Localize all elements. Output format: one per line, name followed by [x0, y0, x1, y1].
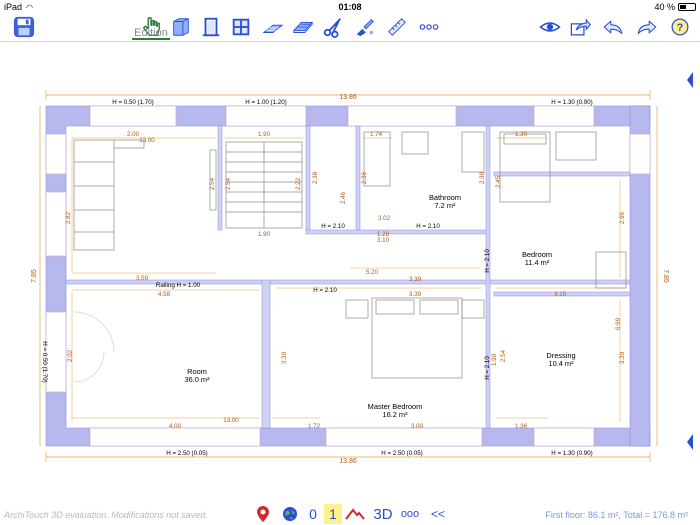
dim-inner-1: 2.54	[225, 177, 232, 190]
dim-inner-17: 5.20	[366, 269, 379, 276]
room-area-master-bedroom: 16.2 m²	[382, 410, 408, 419]
dim-top-row-3: 1.90	[258, 131, 271, 138]
dim-top-row-2: 13.00	[139, 137, 155, 144]
dim-bottom-row-4: 3.00	[411, 423, 424, 430]
collapse-button[interactable]: <<	[428, 504, 448, 524]
outer-dimension-lines	[39, 90, 658, 462]
active-tab-indicator	[132, 38, 170, 40]
app-window: iPad ◠ 01:08 40 % ? Edition 13.86 13.86 …	[0, 0, 700, 525]
status-bar: iPad ◠ 01:08 40 %	[0, 0, 700, 14]
toolbar: ?	[0, 14, 700, 42]
status-time: 01:08	[338, 2, 362, 12]
dim-inner-22: 1.90	[491, 353, 498, 366]
more-icon[interactable]	[414, 14, 444, 40]
railing-label: Railing H = 1.00	[156, 282, 201, 289]
dim-inner-0: 2.54	[209, 177, 216, 190]
floor-1-button[interactable]: 1	[324, 504, 342, 524]
wall-icon[interactable]	[168, 14, 194, 40]
dim-inner-3: 2.38	[312, 171, 319, 184]
room-area-room: 36.0 m²	[184, 375, 210, 384]
dim-inner-9: 2.82	[65, 211, 72, 224]
dim-inner-12: 1.90	[258, 231, 271, 238]
location-pin-icon[interactable]	[254, 504, 272, 524]
view-3d-button[interactable]: 3D	[372, 504, 394, 524]
help-icon[interactable]: ?	[666, 14, 694, 40]
dim-inner-21: 2.54	[500, 349, 507, 362]
battery-percent: 40 %	[654, 2, 675, 12]
dim-left-total: 7.85	[31, 269, 38, 283]
svg-text:?: ?	[677, 22, 684, 34]
dim-inner-14: 3.10	[377, 237, 390, 244]
dim-bottom-row-3: 1.72	[308, 423, 321, 430]
opening-inner-2: H = 2.10	[416, 223, 440, 230]
floor-plan-canvas[interactable]: 13.86 13.86 7.85 7.85 H = 0.50 (1.70) H …	[0, 42, 700, 502]
dim-inner-19: 3.39	[409, 291, 422, 298]
staircase-icon[interactable]	[260, 14, 286, 40]
opening-inner-4: H = 2.10	[484, 249, 491, 273]
room-labels: Bathroom 7.2 m² Bedroom Room 36.0 m² 11.…	[184, 193, 575, 419]
dim-inner-23: 3.30	[281, 351, 288, 364]
dim-inner-5: 2.36	[361, 171, 368, 184]
opening-left: H = 0.50 (1.70)	[41, 341, 48, 382]
share-icon[interactable]	[566, 14, 594, 40]
dim-bottom-row-5: 1.36	[515, 423, 528, 430]
dim-inner-15: 3.59	[136, 275, 149, 282]
dim-inner-20: 3.15	[554, 291, 567, 298]
dim-top-row-5: 1.30	[515, 131, 528, 138]
dim-inner-11: 3.02	[378, 215, 391, 222]
dim-inner-7: 2.45	[495, 175, 502, 188]
roof-icon[interactable]	[344, 504, 366, 524]
dim-bottom-row-2: 13.00	[223, 417, 239, 424]
opening-top-1: H = 0.50 (1.70)	[112, 99, 153, 106]
opening-inner-5: H = 2.10	[484, 356, 491, 380]
scroll-right-bottom-icon[interactable]	[687, 434, 693, 450]
dim-top-total: 13.86	[339, 94, 357, 101]
interior-walls	[65, 125, 631, 429]
opening-inner-1: H = 2.10	[321, 223, 345, 230]
opening-inner-3: H = 2.10	[313, 287, 337, 294]
dim-bottom-row-1: 4.00	[169, 423, 182, 430]
undo-icon[interactable]	[598, 14, 628, 40]
scissors-icon[interactable]	[320, 14, 346, 40]
dim-inner-10: 6.99	[615, 317, 622, 330]
globe-icon[interactable]	[280, 504, 300, 524]
window-icon[interactable]	[228, 14, 254, 40]
dim-inner-24: 3.30	[619, 351, 626, 364]
opening-bottom-1: H = 2.50 (0.05)	[166, 450, 207, 457]
paint-icon[interactable]	[352, 14, 378, 40]
evaluation-notice: ArchiTouch 3D evaluation. Modifications …	[4, 510, 208, 520]
bottom-more-button[interactable]: ooo	[398, 504, 422, 524]
dim-inner-8: 2.96	[619, 211, 626, 224]
opening-bottom-3: H = 1.30 (0.90)	[551, 450, 592, 457]
floor-icon[interactable]	[290, 14, 316, 40]
dim-bottom-total: 13.86	[339, 458, 357, 465]
dim-inner-4: 2.46	[340, 191, 347, 204]
room-area-bedroom: 11.4 m²	[525, 258, 550, 267]
scroll-right-top-icon[interactable]	[687, 72, 693, 88]
dim-inner-16: 4.58	[158, 291, 171, 298]
dim-inner-25: 2.02	[67, 349, 74, 362]
dim-inner-18: 3.39	[409, 276, 422, 283]
battery-icon	[678, 3, 696, 11]
dim-inner-2: 2.22	[295, 177, 302, 190]
room-area-dressing: 10.4 m²	[548, 359, 574, 368]
area-summary: First floor: 86.1 m², Total = 176.8 m²	[545, 510, 688, 520]
opening-bottom-2: H = 2.50 (0.05)	[381, 450, 422, 457]
room-area-bathroom: 7.2 m²	[435, 201, 456, 210]
inner-vertical-dimension-labels: 2.54 2.54 2.22 2.38 2.46 2.36 2.38 2.45 …	[65, 171, 626, 366]
redo-icon[interactable]	[632, 14, 662, 40]
dim-top-row-1: 2.00	[127, 131, 140, 138]
dim-right-total: 7.85	[662, 269, 669, 283]
door-icon[interactable]	[198, 14, 224, 40]
floor-0-button[interactable]: 0	[306, 504, 320, 524]
eye-icon[interactable]	[536, 14, 564, 40]
floppy-disk-icon[interactable]	[10, 14, 38, 40]
bottom-bar: ArchiTouch 3D evaluation. Modifications …	[0, 502, 700, 525]
dim-inner-6: 2.38	[479, 171, 486, 184]
opening-top-3: H = 1.30 (0.90)	[551, 99, 592, 106]
ruler-icon[interactable]	[384, 14, 410, 40]
opening-top-2: H = 1.00 (1.20)	[245, 99, 286, 106]
dim-top-row-4: 1.74	[370, 131, 383, 138]
